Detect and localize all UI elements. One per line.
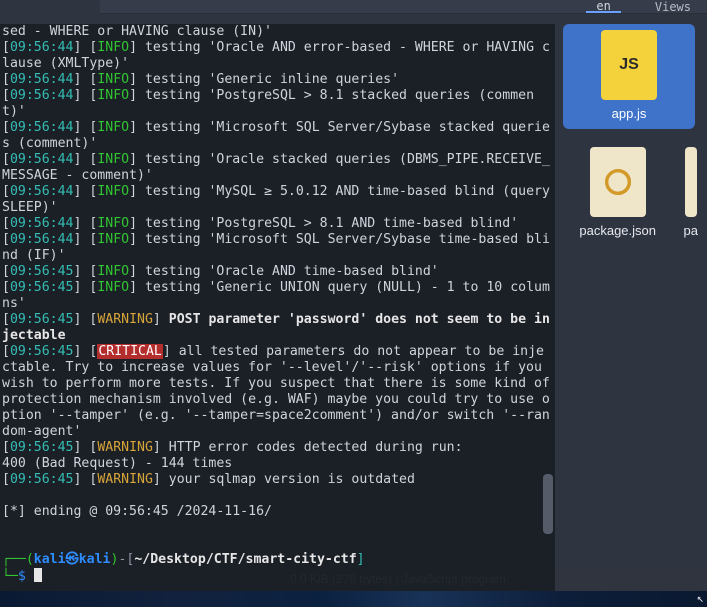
fm-toolbar: en Views — [100, 0, 707, 14]
desktop-wallpaper-strip — [0, 591, 707, 607]
fm-file-grid[interactable]: app.js package.json pa — [555, 14, 707, 567]
fm-tab-views[interactable]: Views — [645, 0, 701, 13]
file-label: app.js — [612, 106, 647, 121]
fm-tab-active[interactable]: en — [586, 0, 620, 13]
terminal-cursor — [34, 568, 42, 582]
js-file-icon — [601, 30, 657, 100]
terminal-output[interactable]: sed - WHERE or HAVING clause (IN)' [09:5… — [2, 24, 551, 585]
file-label: package.json — [579, 223, 656, 238]
terminal-window[interactable]: sed - WHERE or HAVING clause (IN)' [09:5… — [0, 24, 555, 596]
json-file-icon — [590, 147, 646, 217]
file-label: pa — [683, 223, 697, 238]
terminal-scrollbar[interactable] — [543, 474, 553, 534]
file-tile-app-js[interactable]: app.js — [563, 24, 695, 129]
cursor-icon: ↖ — [697, 591, 704, 605]
json-file-icon — [685, 147, 697, 217]
file-tile-cutoff[interactable]: pa — [682, 147, 699, 238]
file-tile-package-json[interactable]: package.json — [563, 147, 672, 238]
